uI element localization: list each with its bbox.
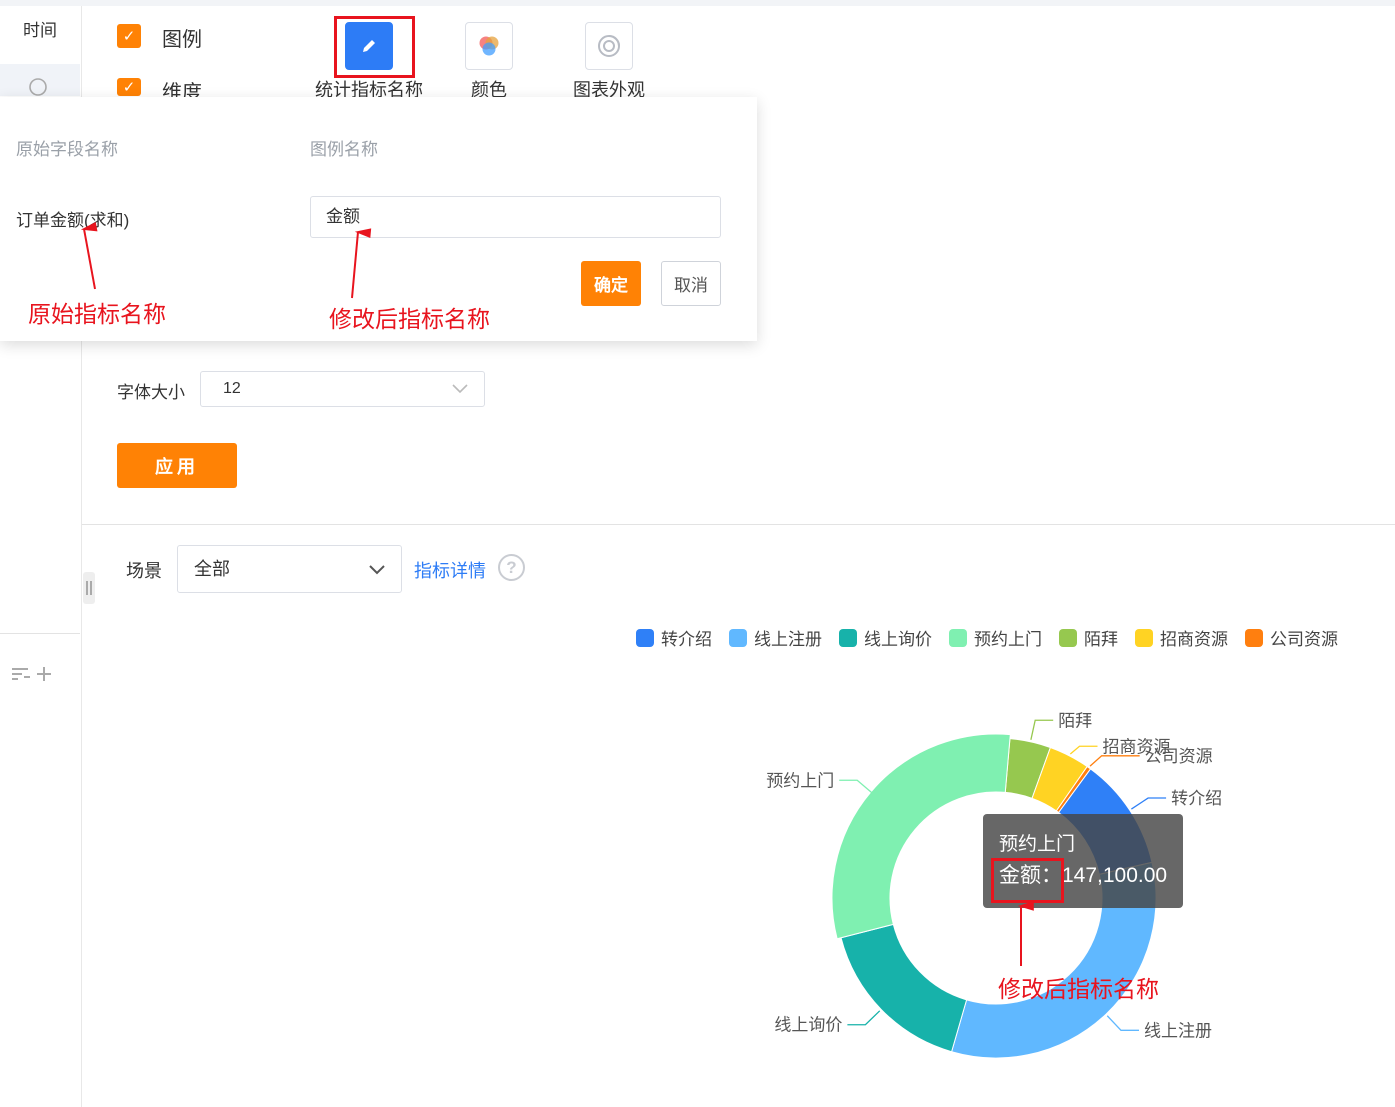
annotation-arrow-chart (1017, 901, 1034, 966)
screen: 时间 ✓ 图例 ✓ 维度 统计指标名称 颜色 图表外观 原始字段名称 图例名称 … (0, 0, 1395, 1107)
annotation-modified-chart: 修改后指标名称 (998, 976, 1159, 1002)
